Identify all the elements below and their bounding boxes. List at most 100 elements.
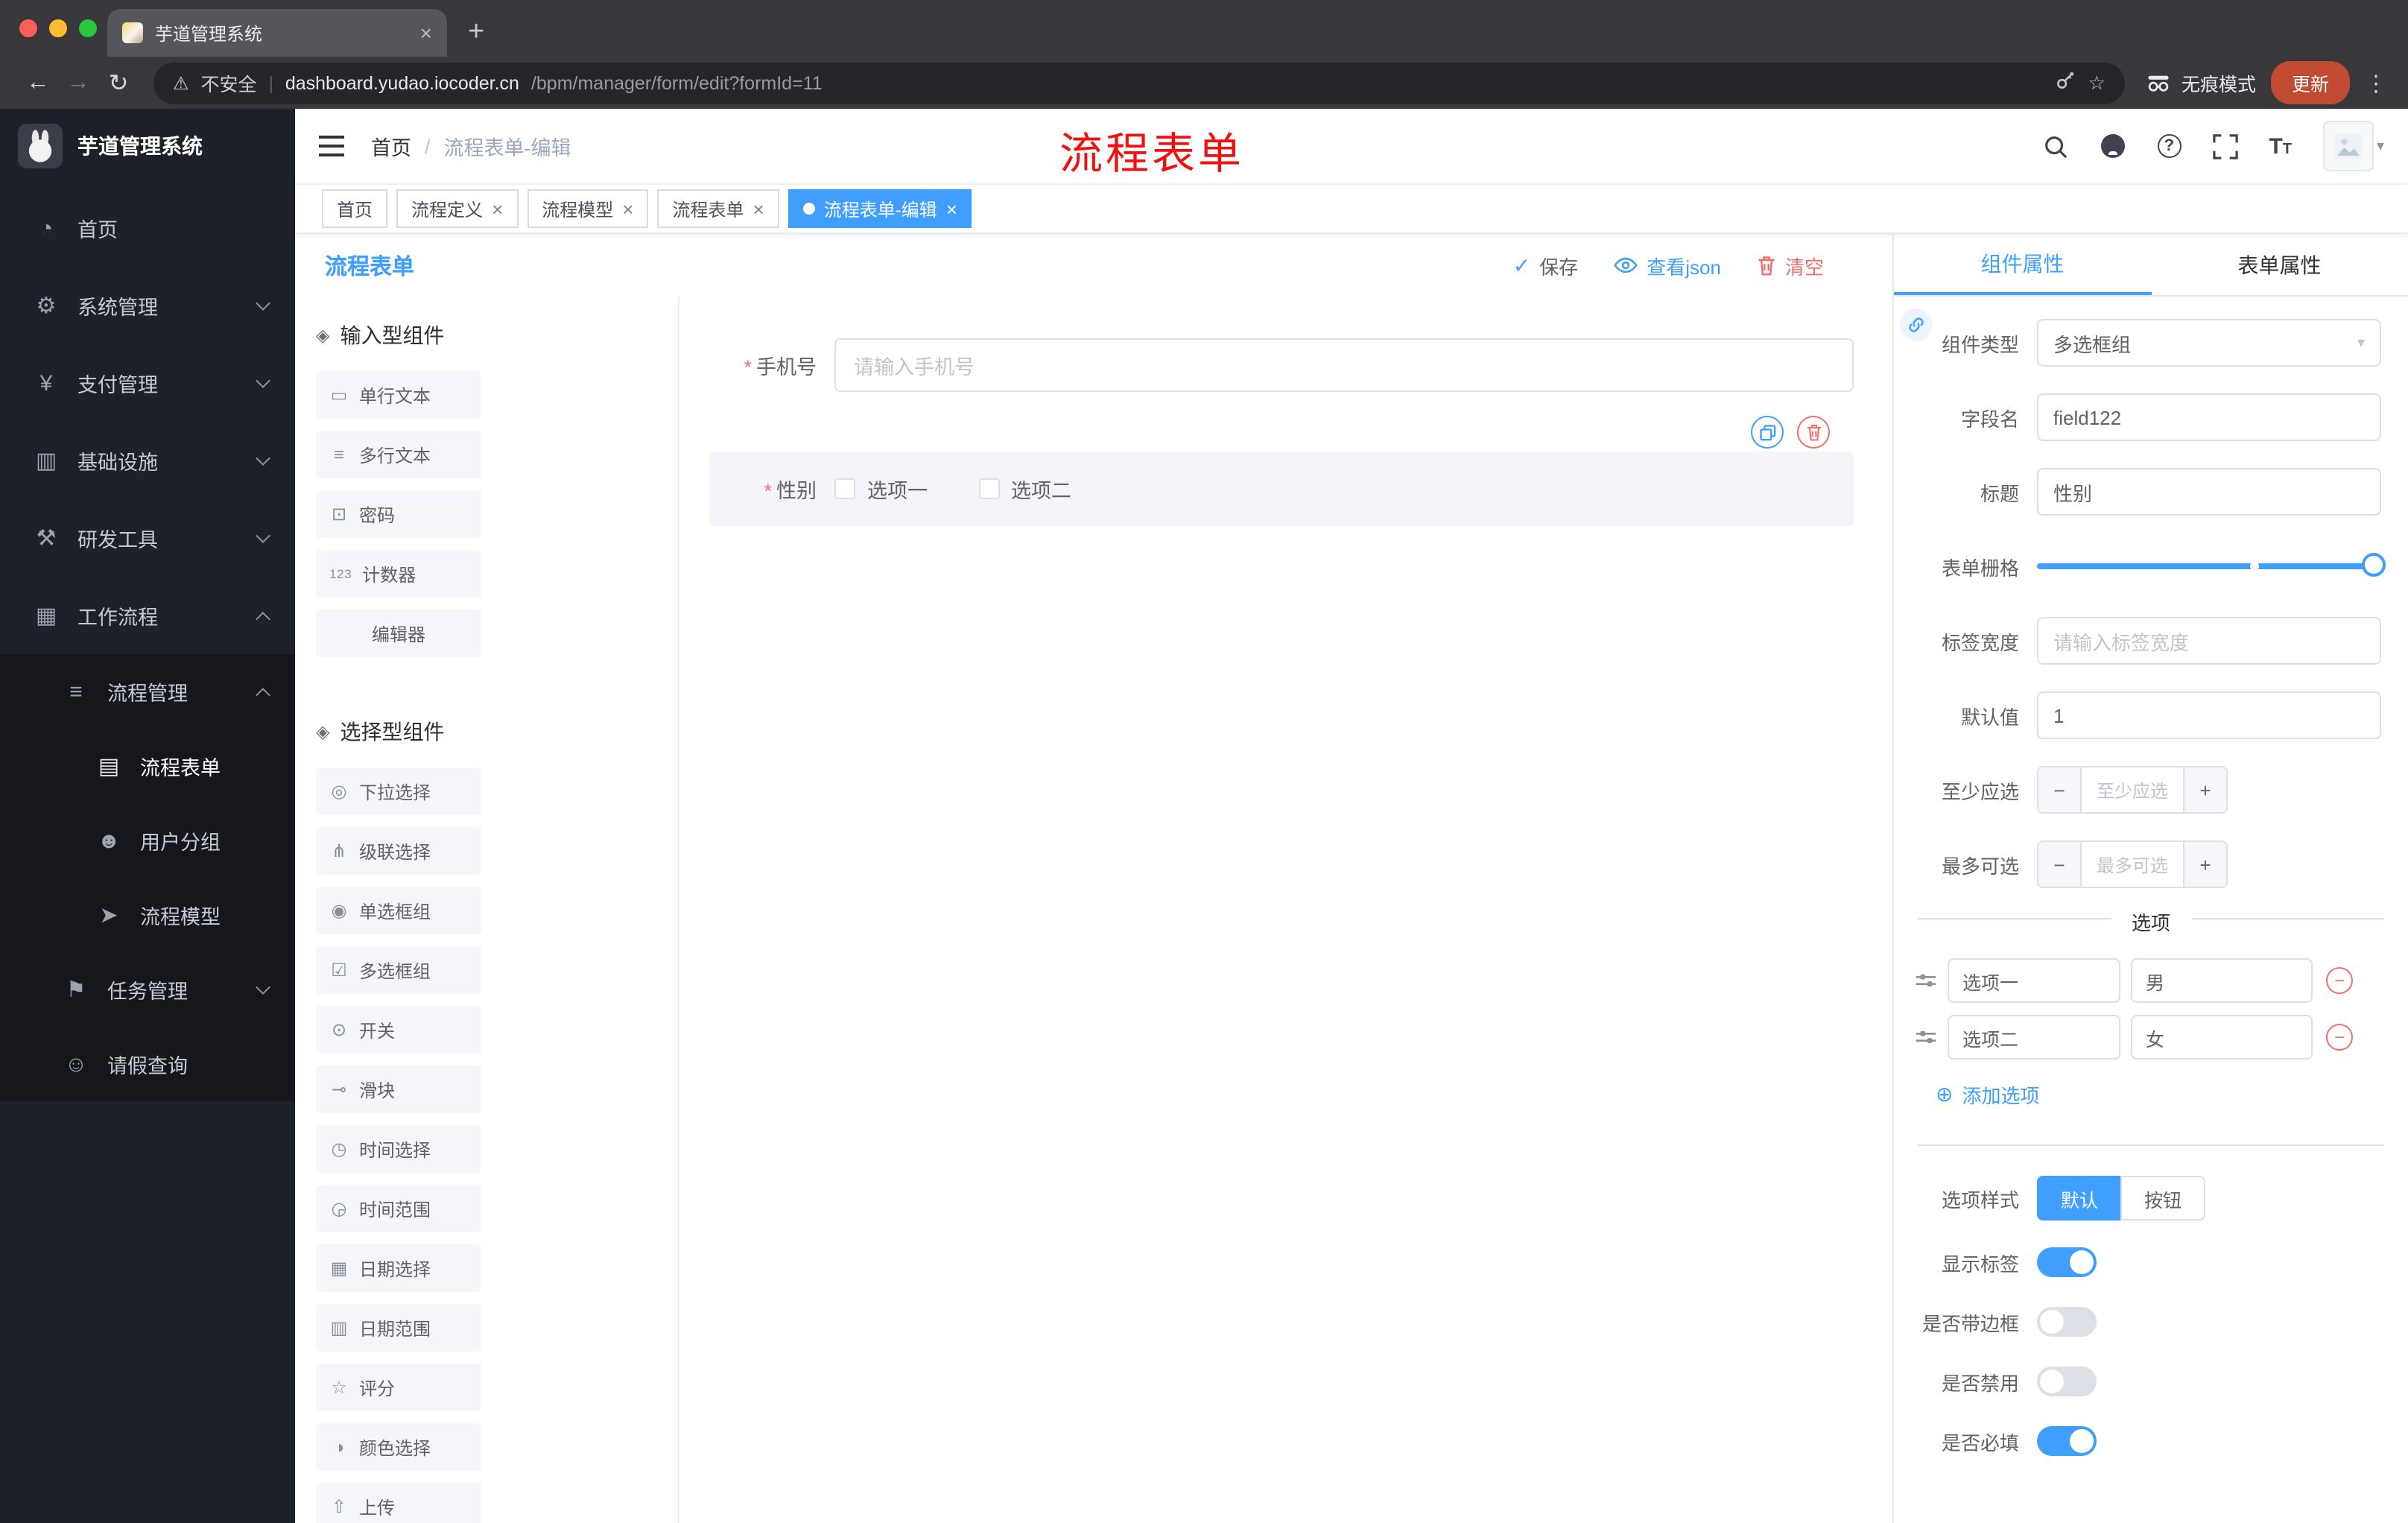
canvas-field-phone[interactable]: 手机号 请输入手机号 [709,338,1854,392]
add-option-button[interactable]: ⊕ 添加选项 [1936,1080,2408,1109]
show-label-toggle[interactable] [2037,1247,2097,1277]
view-json-button[interactable]: 查看json [1614,251,1721,279]
remove-option-button[interactable]: − [2326,1024,2353,1051]
palette-item-checkbox-group[interactable]: ☑ 多选框组 [316,946,481,994]
drag-handle-icon[interactable] [1915,1028,1937,1046]
drag-handle-icon[interactable] [1915,972,1937,990]
tag-process-model[interactable]: 流程模型 × [527,189,649,228]
fullscreen-icon[interactable] [2212,133,2238,159]
breadcrumb-home[interactable]: 首页 [371,131,411,161]
sidebar-item-process-management[interactable]: ≡ 流程管理 [0,654,295,729]
palette-item-date-picker[interactable]: ▦ 日期选择 [316,1244,481,1292]
back-icon[interactable]: ← [18,69,58,96]
palette-item-textarea[interactable]: ≡ 多行文本 [316,431,481,478]
decrease-button[interactable]: − [2038,842,2082,887]
sidebar-item-workflow[interactable]: ▦ 工作流程 [0,577,295,654]
hamburger-icon[interactable] [319,136,344,156]
border-toggle[interactable] [2037,1307,2097,1337]
font-size-icon[interactable]: TT [2269,135,2292,157]
tab-form-props[interactable]: 表单属性 [2151,234,2408,295]
sidebar-item-system[interactable]: ⚙ 系统管理 [0,267,295,344]
option-name-input[interactable]: 选项二 [1948,1015,2120,1060]
phone-input[interactable]: 请输入手机号 [834,338,1854,392]
palette-item-rate[interactable]: ☆ 评分 [316,1364,481,1411]
option-value-input[interactable]: 男 [2131,958,2313,1003]
min-select-input[interactable]: 至少应选 [2082,767,2183,812]
zoom-window-button[interactable] [79,19,97,37]
sidebar-item-rd-tools[interactable]: ⚒ 研发工具 [0,499,295,577]
sidebar-item-infrastructure[interactable]: ▥ 基础设施 [0,422,295,499]
palette-item-slider[interactable]: ⊸ 滑块 [316,1066,481,1113]
title-input[interactable]: 性别 [2037,468,2381,516]
increase-button[interactable]: + [2183,767,2226,812]
sidebar-item-user-group[interactable]: ☻ 用户分组 [0,803,295,878]
browser-menu-icon[interactable]: ⋮ [2365,69,2387,96]
clear-button[interactable]: 清空 [1757,251,1824,279]
disabled-toggle[interactable] [2037,1367,2097,1396]
save-button[interactable]: ✓ 保存 [1513,251,1579,279]
forward-icon[interactable]: → [58,69,98,96]
label-width-input[interactable]: 请输入标签宽度 [2037,617,2381,665]
option-value-input[interactable]: 女 [2131,1015,2313,1060]
search-icon[interactable] [2042,133,2068,159]
max-select-input[interactable]: 最多可选 [2082,842,2183,887]
minimize-window-button[interactable] [49,19,67,37]
sidebar-item-leave-query[interactable]: ☺ 请假查询 [0,1027,295,1101]
new-tab-button[interactable]: + [468,18,484,46]
field-name-input[interactable]: field122 [2037,393,2381,441]
checkbox-option-1[interactable]: 选项一 [834,474,928,504]
increase-button[interactable]: + [2183,842,2226,887]
palette-item-cascader[interactable]: ⋔ 级联选择 [316,827,481,875]
palette-item-single-line-text[interactable]: ▭ 单行文本 [316,371,481,419]
copy-field-button[interactable] [1751,416,1784,449]
close-icon[interactable]: × [492,199,503,218]
tab-component-props[interactable]: 组件属性 [1894,234,2151,295]
update-button[interactable]: 更新 [2270,61,2350,104]
option-name-input[interactable]: 选项一 [1948,958,2120,1003]
tag-process-form-edit[interactable]: 流程表单-编辑 × [788,189,972,228]
palette-item-upload[interactable]: ⇧ 上传 [316,1483,481,1523]
link-icon[interactable] [1900,308,1933,341]
canvas-field-gender[interactable]: 性别 选项一 选项二 [709,416,1854,526]
palette-item-date-range[interactable]: ▥ 日期范围 [316,1304,481,1352]
tag-process-form[interactable]: 流程表单 × [657,189,779,228]
github-icon[interactable] [2099,133,2126,159]
remove-option-button[interactable]: − [2326,967,2353,994]
palette-item-password[interactable]: ⊡ 密码 [316,490,481,538]
sidebar-item-process-model[interactable]: ➤ 流程模型 [0,878,295,952]
close-window-button[interactable] [19,19,37,37]
url-bar[interactable]: ⚠ 不安全 | dashboard.yudao.iocoder.cn /bpm/… [153,62,2125,104]
checkbox-option-2[interactable]: 选项二 [978,474,1071,504]
close-icon[interactable]: × [946,199,957,218]
close-icon[interactable]: × [753,199,764,218]
sidebar-item-payment[interactable]: ¥ 支付管理 [0,344,295,422]
palette-item-time-range[interactable]: ◶ 时间范围 [316,1185,481,1232]
browser-tab[interactable]: 芋道管理系统 × [107,9,447,57]
default-value-input[interactable]: 1 [2037,691,2381,739]
style-default-button[interactable]: 默认 [2037,1176,2121,1220]
palette-item-select[interactable]: ◎ 下拉选择 [316,767,481,815]
palette-item-counter[interactable]: 123 计数器 [316,550,481,598]
reload-icon[interactable]: ↻ [98,68,139,98]
password-key-icon[interactable] [2056,70,2076,95]
slider-handle[interactable] [2362,553,2386,577]
sidebar-item-process-form[interactable]: ▤ 流程表单 [0,729,295,803]
required-toggle[interactable] [2037,1426,2097,1456]
style-button-button[interactable]: 按钮 [2120,1176,2206,1220]
palette-item-color-picker[interactable]: ◑ 颜色选择 [316,1423,481,1471]
palette-item-time-picker[interactable]: ◷ 时间选择 [316,1125,481,1173]
bookmark-star-icon[interactable]: ☆ [2088,71,2106,95]
delete-field-button[interactable] [1797,416,1830,449]
tag-home[interactable]: 首页 [322,189,388,228]
user-menu[interactable]: ▾ [2322,121,2384,171]
sidebar-item-home[interactable]: ◔ 首页 [0,189,295,267]
decrease-button[interactable]: − [2038,767,2082,812]
palette-item-editor[interactable]: 编辑器 [316,609,481,657]
palette-item-switch[interactable]: ⊙ 开关 [316,1006,481,1054]
palette-item-radio-group[interactable]: ◉ 单选框组 [316,887,481,934]
help-icon[interactable]: ? [2157,134,2182,158]
tag-process-definition[interactable]: 流程定义 × [396,189,519,228]
tab-close-icon[interactable]: × [420,22,432,43]
sidebar-item-task-management[interactable]: ⚑ 任务管理 [0,952,295,1027]
component-type-select[interactable]: 多选框组 ▾ [2037,319,2381,367]
